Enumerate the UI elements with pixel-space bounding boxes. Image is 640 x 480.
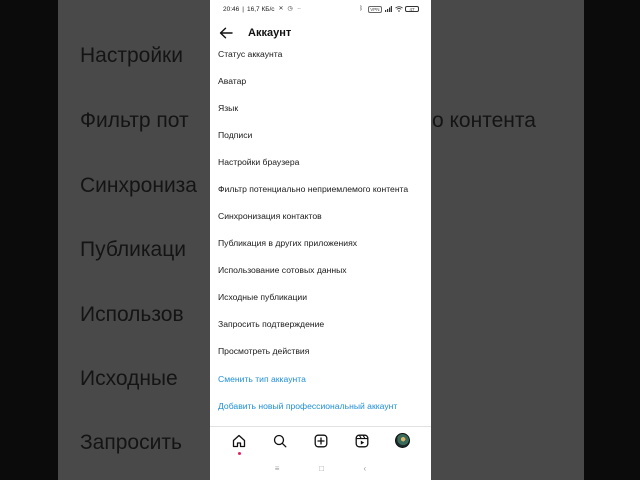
bg-row: Исходные [80,367,178,390]
bg-row: Публикаци [80,238,186,261]
home-button[interactable]: □ [319,464,324,473]
nav-home[interactable] [229,431,249,455]
arrow-left-icon [219,27,233,39]
reels-icon [355,434,368,447]
bg-row: Фильтр пот [80,109,189,132]
battery-indicator: 47 [405,6,419,12]
wifi-icon [395,6,403,12]
page-title: Аккаунт [248,27,292,39]
back-system-button[interactable]: ‹ [364,464,367,473]
home-icon [232,434,245,447]
notification-dot [237,451,241,455]
more-dots-icon: ·· [297,6,302,12]
phone-screen: 20:46 | 16,7 КБ/с ✕ ◷ ·· ᛒ VPN 47 Аккаун… [210,0,431,480]
status-speed: 16,7 КБ/с [246,5,275,13]
status-time: 20:46 [223,5,240,13]
link-add-professional-account[interactable]: Добавить новый профессиональный аккаунт [218,398,397,414]
menu-item-sharing-other-apps[interactable]: Публикация в других приложениях [218,235,357,251]
bluetooth-icon: ᛒ [359,6,364,12]
search-icon [273,434,286,447]
menu-item-captions[interactable]: Подписи [218,127,252,143]
menu-item-sensitive-content[interactable]: Фильтр потенциально неприемлемого контен… [218,181,408,197]
menu-item-review-activity[interactable]: Просмотреть действия [218,343,309,359]
menu-item-avatar[interactable]: Аватар [218,73,246,89]
bg-row: Синхрониза [80,174,197,197]
bottom-nav [210,426,431,455]
status-separator: | [242,5,244,13]
menu-item-account-status[interactable]: Статус аккаунта [218,46,282,62]
nav-search[interactable] [270,431,290,451]
bg-row-right: о контента [432,109,536,132]
link-switch-account-type[interactable]: Сменить тип аккаунта [218,371,306,387]
bg-row: Запросить [80,431,182,454]
menu-item-browser-settings[interactable]: Настройки браузера [218,154,299,170]
bg-row: Использов [80,303,184,326]
back-button[interactable] [216,23,236,43]
signal-icon [385,6,392,12]
nav-reels[interactable] [352,431,372,451]
header: Аккаунт [210,20,431,46]
menu-item-cellular-data[interactable]: Использование сотовых данных [218,262,347,278]
menu-item-language[interactable]: Язык [218,100,238,116]
nav-create[interactable] [311,431,331,451]
vpn-badge: VPN [367,5,382,13]
profile-avatar [395,433,410,448]
menu-item-original-posts[interactable]: Исходные публикации [218,289,307,305]
bg-row: Настройки [80,44,183,67]
status-left: 20:46 | 16,7 КБ/с ✕ ◷ ·· [223,6,303,13]
menu-item-contacts-sync[interactable]: Синхронизация контактов [218,208,322,224]
create-post-icon [314,434,327,447]
recent-apps-button[interactable]: ≡ [275,464,280,473]
nav-profile[interactable] [393,431,413,451]
menu-item-request-verification[interactable]: Запросить подтверждение [218,316,324,332]
mute-icon: ✕ [278,6,284,12]
status-right: ᛒ VPN 47 [358,5,419,13]
alarm-icon: ◷ [287,6,293,12]
status-bar: 20:46 | 16,7 КБ/с ✕ ◷ ·· ᛒ VPN 47 [210,0,431,18]
system-nav-bar: ≡ □ ‹ [210,456,431,480]
